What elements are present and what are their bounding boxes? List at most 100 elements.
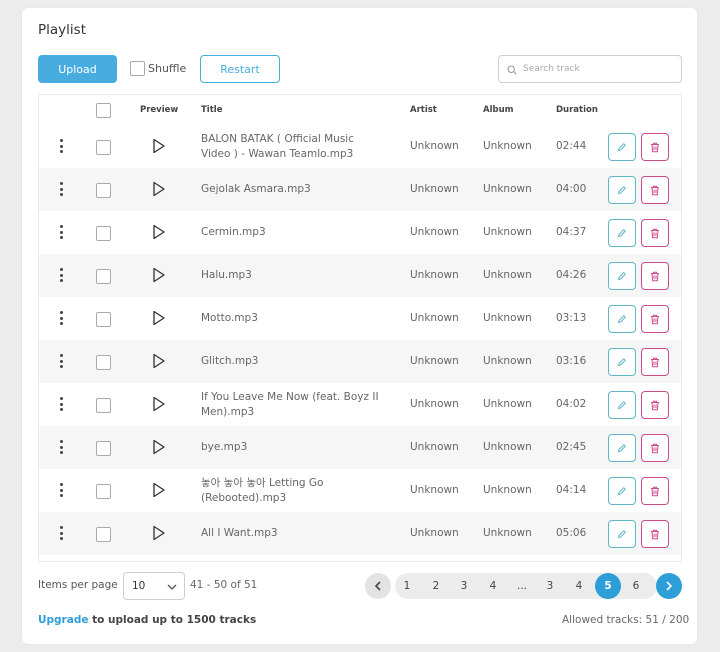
drag-handle-icon[interactable]	[56, 225, 66, 239]
header-title[interactable]: Title	[201, 105, 222, 115]
header-duration[interactable]: Duration	[556, 105, 598, 115]
track-duration: 03:16	[556, 355, 587, 367]
row-checkbox[interactable]	[96, 183, 111, 198]
edit-button[interactable]	[608, 262, 636, 290]
table-row[interactable]: BALON BATAK ( Official Music Video ) - W…	[39, 125, 681, 168]
track-duration: 04:37	[556, 226, 587, 238]
row-checkbox[interactable]	[96, 527, 111, 542]
drag-handle-icon[interactable]	[56, 311, 66, 325]
track-artist: Unknown	[410, 527, 459, 539]
drag-handle-icon[interactable]	[56, 440, 66, 454]
page-button[interactable]: 4	[480, 573, 506, 599]
table-row[interactable]: Cermin.mp3 Unknown Unknown 04:37	[39, 211, 681, 254]
upgrade-link[interactable]: Upgrade	[38, 614, 88, 626]
track-duration: 02:44	[556, 140, 587, 152]
prev-page-button[interactable]	[365, 573, 391, 599]
track-duration: 02:45	[556, 441, 587, 453]
pencil-icon	[617, 529, 627, 539]
track-album: Unknown	[483, 484, 532, 496]
track-duration: 04:26	[556, 269, 587, 281]
play-icon[interactable]	[152, 181, 166, 201]
delete-button[interactable]	[641, 391, 669, 419]
delete-button[interactable]	[641, 219, 669, 247]
row-checkbox[interactable]	[96, 484, 111, 499]
edit-button[interactable]	[608, 391, 636, 419]
play-icon[interactable]	[152, 525, 166, 545]
edit-button[interactable]	[608, 477, 636, 505]
edit-button[interactable]	[608, 219, 636, 247]
page-button[interactable]: 3	[451, 573, 477, 599]
page-button[interactable]: 5	[595, 573, 621, 599]
table-row[interactable]: 놓아 놓아 놓아 Letting Go (Rebooted).mp3 Unkno…	[39, 469, 681, 512]
edit-button[interactable]	[608, 305, 636, 333]
track-duration: 04:14	[556, 484, 587, 496]
table-row[interactable]: Motto.mp3 Unknown Unknown 03:13	[39, 297, 681, 340]
edit-button[interactable]	[608, 348, 636, 376]
edit-button[interactable]	[608, 176, 636, 204]
restart-button[interactable]: Restart	[200, 55, 280, 83]
row-checkbox[interactable]	[96, 140, 111, 155]
search-input[interactable]	[523, 64, 673, 74]
track-album: Unknown	[483, 441, 532, 453]
table-row[interactable]: bye.mp3 Unknown Unknown 02:45	[39, 426, 681, 469]
delete-button[interactable]	[641, 176, 669, 204]
track-album: Unknown	[483, 226, 532, 238]
table-row[interactable]: Gejolak Asmara.mp3 Unknown Unknown 04:00	[39, 168, 681, 211]
header-artist[interactable]: Artist	[410, 105, 437, 115]
select-all-checkbox[interactable]	[96, 103, 111, 118]
drag-handle-icon[interactable]	[56, 397, 66, 411]
page-button[interactable]: 1	[394, 573, 420, 599]
drag-handle-icon[interactable]	[56, 483, 66, 497]
delete-button[interactable]	[641, 133, 669, 161]
row-checkbox[interactable]	[96, 226, 111, 241]
track-artist: Unknown	[410, 269, 459, 281]
row-checkbox[interactable]	[96, 441, 111, 456]
delete-button[interactable]	[641, 262, 669, 290]
row-checkbox[interactable]	[96, 312, 111, 327]
drag-handle-icon[interactable]	[56, 139, 66, 153]
shuffle-toggle[interactable]: Shuffle	[130, 61, 186, 76]
play-icon[interactable]	[152, 224, 166, 244]
edit-button[interactable]	[608, 434, 636, 462]
edit-button[interactable]	[608, 133, 636, 161]
play-icon[interactable]	[152, 439, 166, 459]
play-icon[interactable]	[152, 267, 166, 287]
page-button[interactable]: 2	[423, 573, 449, 599]
row-checkbox[interactable]	[96, 398, 111, 413]
delete-button[interactable]	[641, 305, 669, 333]
page-button[interactable]: 6	[623, 573, 649, 599]
next-page-button[interactable]	[656, 573, 682, 599]
table-row[interactable]: Halu.mp3 Unknown Unknown 04:26	[39, 254, 681, 297]
delete-button[interactable]	[641, 434, 669, 462]
search-box[interactable]	[498, 55, 682, 83]
drag-handle-icon[interactable]	[56, 526, 66, 540]
shuffle-checkbox[interactable]	[130, 61, 145, 76]
play-icon[interactable]	[152, 396, 166, 416]
drag-handle-icon[interactable]	[56, 268, 66, 282]
table-row[interactable]: Glitch.mp3 Unknown Unknown 03:16	[39, 340, 681, 383]
edit-button[interactable]	[608, 520, 636, 548]
play-icon[interactable]	[152, 482, 166, 502]
upload-button[interactable]: Upload	[38, 55, 117, 83]
play-icon[interactable]	[152, 138, 166, 158]
table-row[interactable]: If You Leave Me Now (feat. Boyz II Men).…	[39, 383, 681, 426]
delete-button[interactable]	[641, 348, 669, 376]
items-per-page-select[interactable]: 10	[123, 572, 185, 600]
page-button[interactable]: 3	[537, 573, 563, 599]
page-button[interactable]: 4	[566, 573, 592, 599]
play-icon[interactable]	[152, 353, 166, 373]
delete-button[interactable]	[641, 520, 669, 548]
table-row[interactable]: All I Want.mp3 Unknown Unknown 05:06	[39, 512, 681, 555]
play-icon[interactable]	[152, 310, 166, 330]
header-album[interactable]: Album	[483, 105, 514, 115]
upgrade-text: to upload up to 1500 tracks	[88, 614, 257, 626]
drag-handle-icon[interactable]	[56, 182, 66, 196]
row-checkbox[interactable]	[96, 269, 111, 284]
row-checkbox[interactable]	[96, 355, 111, 370]
drag-handle-icon[interactable]	[56, 354, 66, 368]
page-range: 41 - 50 of 51	[190, 579, 258, 591]
track-artist: Unknown	[410, 484, 459, 496]
track-album: Unknown	[483, 398, 532, 410]
delete-button[interactable]	[641, 477, 669, 505]
track-artist: Unknown	[410, 441, 459, 453]
